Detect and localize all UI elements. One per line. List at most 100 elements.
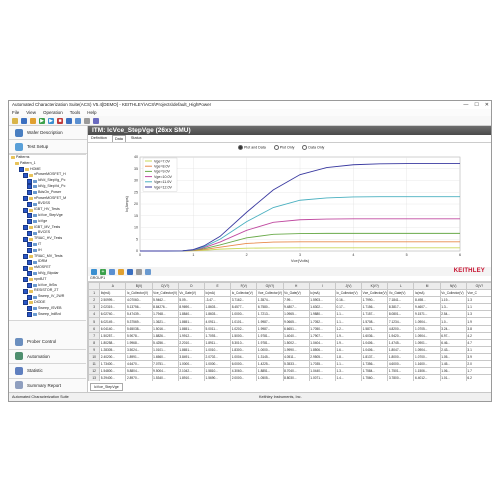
column-header[interactable]: E [203,281,232,291]
table-cell[interactable]: 5.29400... [99,374,127,381]
table-cell[interactable]: 6.02740... [99,310,127,319]
table-cell[interactable]: Ic_Collector(V) [334,289,363,298]
checkbox-icon[interactable] [27,271,32,277]
column-header[interactable]: D [177,281,205,291]
table-cell[interactable]: 1.0000... [256,345,284,354]
open-folder-icon[interactable] [12,117,18,124]
checkbox-icon[interactable] [27,306,32,312]
checkbox-icon[interactable] [27,259,32,265]
table-cell[interactable]: 1.4040... [282,331,310,340]
table-cell[interactable]: 1.9990... [282,345,310,354]
table-cell[interactable]: 1.05... [439,352,467,362]
new-project-icon[interactable] [30,117,36,124]
table-cell[interactable]: 2.43... [439,345,467,354]
table-cell[interactable]: Vce_Collector(V) [361,289,389,298]
column-header[interactable]: J(V) [334,281,363,291]
checkbox-icon[interactable] [23,172,28,178]
run-icon[interactable]: ▶ [39,117,45,124]
table-cell[interactable]: 4.07060... [125,296,153,305]
table-cell[interactable]: 1.9968... [125,338,153,347]
table-cell[interactable]: 1.1 [465,303,491,312]
table-cell[interactable]: 1.8651... [177,317,205,326]
checkbox-icon[interactable] [19,166,24,172]
table-cell[interactable]: 1.6036... [361,331,389,340]
table-cell[interactable]: 2.9505... [308,352,336,362]
tab-data[interactable]: Data [111,135,126,142]
table-cell[interactable]: 4.6000... [387,360,415,369]
table-cell[interactable]: 5.0011... [203,324,232,333]
table-cell[interactable]: 1.0010... [203,345,232,354]
table-cell[interactable]: 2.54... [439,310,467,319]
table-cell[interactable]: 8.0801... [387,310,415,319]
row-number[interactable]: 2 [88,296,101,305]
row-number[interactable]: 8 [88,338,101,347]
menu-operation[interactable]: Operation [43,109,63,116]
table-cell[interactable]: 2.2010... [177,338,205,347]
table-cell[interactable]: 1.5016... [151,324,179,333]
checkbox-icon[interactable] [23,277,28,283]
table-cell[interactable]: 3.5024... [125,345,153,354]
table-cell[interactable]: 1.1600... [413,360,441,369]
table-cell[interactable]: 4.0511... [282,352,310,362]
tab-status[interactable]: Status [131,135,142,142]
table-cell[interactable]: 1.4225... [256,360,284,369]
column-header[interactable]: O(V? [465,281,491,291]
table-cell[interactable]: Vce_C [465,289,491,298]
table-cell[interactable]: 6.0000... [230,360,258,369]
table-cell[interactable]: 1.1... [334,360,363,369]
column-header[interactable] [88,281,101,291]
table-cell[interactable]: 1.9987... [256,317,284,326]
table-cell[interactable]: 1.7156... [361,303,389,312]
column-header[interactable]: L [387,281,415,291]
table-cell[interactable]: 1.9781... [256,331,284,340]
table-cell[interactable]: 1.28305... [99,345,127,354]
table-cell[interactable]: 1.0904... [413,331,441,340]
sidebar-item-prober-control[interactable]: Prober Control [9,335,86,350]
table-cell[interactable]: 1.8000... [387,352,415,362]
table-cell[interactable]: 0.17... [334,303,363,312]
table-cell[interactable]: 1.0000... [177,360,205,369]
checkbox-icon[interactable] [23,195,28,201]
table-cell[interactable]: 1.7948... [151,310,179,319]
table-cell[interactable]: 2.40200... [99,352,127,362]
table-cell[interactable]: 1.0000... [230,310,258,319]
checkbox-icon[interactable] [23,253,28,259]
table-cell[interactable]: 2.50999... [99,296,127,305]
table-cell[interactable]: 1.8910... [177,374,205,381]
table-cell[interactable]: 1.9... [334,338,363,347]
table-cell[interactable]: 1.5871... [361,324,389,333]
column-header[interactable]: H [282,281,310,291]
sheet-tab[interactable]: IcVce_StepVge [90,383,123,391]
table-cell[interactable]: 5.9078... [125,331,153,340]
table-cell[interactable]: 1.5340... [151,374,179,381]
menu-view[interactable]: View [26,109,36,116]
chart-icon[interactable] [118,268,124,275]
table-cell[interactable]: 1.0700... [413,352,441,362]
table-cell[interactable]: 7.99... [282,296,310,305]
table-cell[interactable]: 1.06... [439,367,467,376]
column-header[interactable]: G(V?) [256,281,284,291]
table-cell[interactable]: 1.2... [334,324,363,333]
table-cell[interactable]: 8.8030... [282,374,310,381]
row-number[interactable]: 1 [88,289,101,298]
table-cell[interactable]: 1.4... [334,374,363,381]
sidebar-item-statistic[interactable]: Statistic [9,364,86,379]
table-cell[interactable]: 1.8137... [361,352,389,362]
table-cell[interactable]: 1.7213... [256,310,284,319]
checkbox-icon[interactable] [27,248,32,254]
table-cell[interactable]: 6.02149... [99,317,127,326]
row-number[interactable]: 7 [88,331,101,340]
table-cell[interactable]: 1.7907... [308,331,336,340]
menu-help[interactable]: Help [87,109,96,116]
table-cell[interactable]: 2.8970... [125,374,153,381]
table-cell[interactable]: 1.8651... [177,324,205,333]
table-cell[interactable]: 5.8804... [125,367,153,376]
table-cell[interactable]: 1.0000... [203,360,232,369]
checkbox-icon[interactable] [27,311,32,317]
table-cell[interactable]: 6.4012... [413,374,441,381]
table-cell[interactable]: 3.8 [465,324,491,333]
table-cell[interactable]: 2.0 [465,360,491,369]
step-icon[interactable]: ▶ [48,117,54,124]
table-cell[interactable]: Vc_Gate(V) [387,289,415,298]
table-cell[interactable]: 1.7990... [361,296,389,305]
